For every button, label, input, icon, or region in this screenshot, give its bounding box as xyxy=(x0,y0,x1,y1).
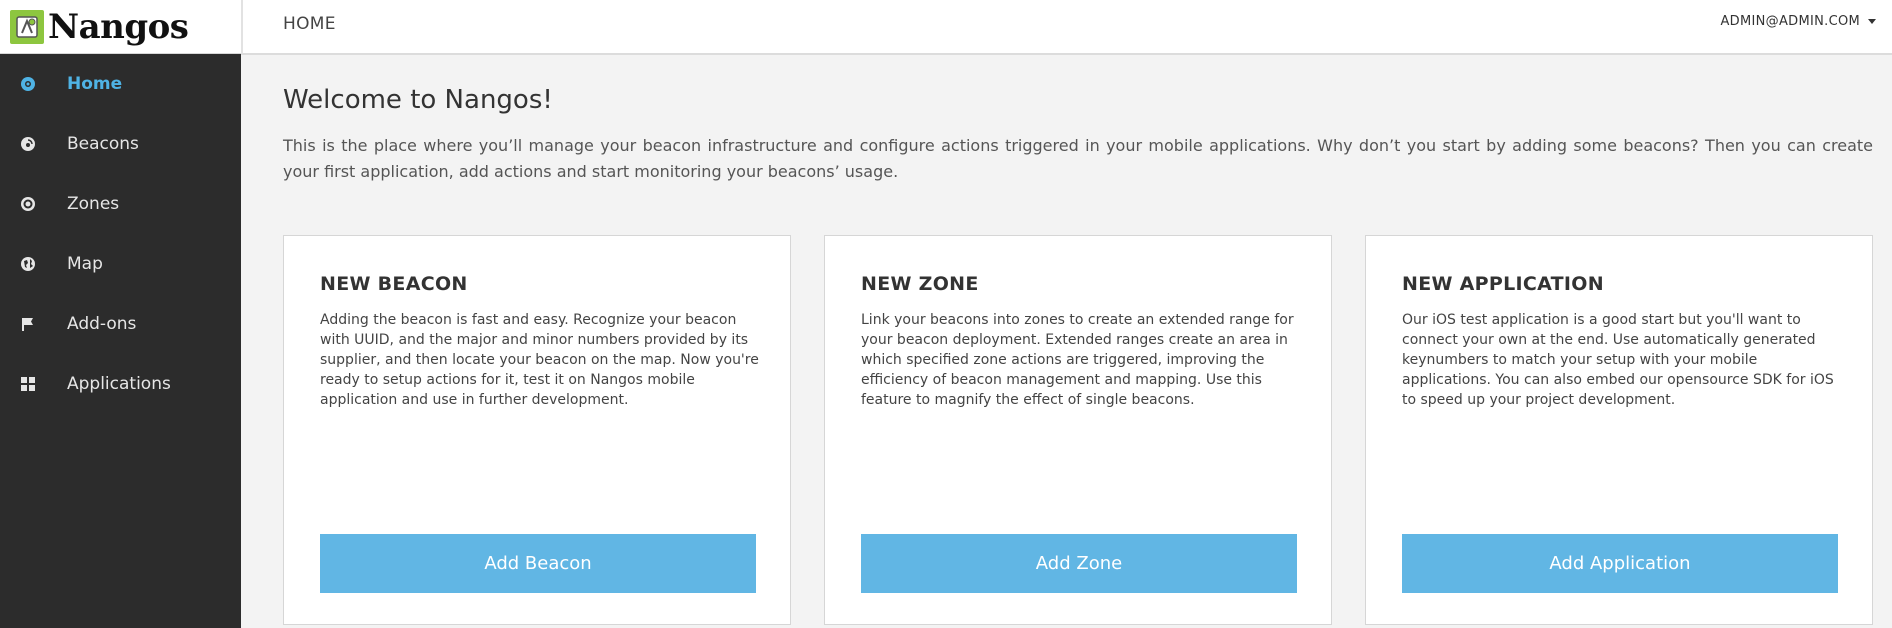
add-beacon-button[interactable]: Add Beacon xyxy=(320,534,756,593)
brand-logo[interactable]: Nangos xyxy=(0,0,241,54)
card-list: NEW BEACON Adding the beacon is fast and… xyxy=(283,235,1873,625)
card-title: NEW ZONE xyxy=(861,273,979,295)
sidebar-item-label: Add-ons xyxy=(67,314,137,334)
chevron-down-icon xyxy=(1868,19,1876,24)
sidebar-item-zones[interactable]: Zones xyxy=(0,174,241,234)
user-email: ADMIN@ADMIN.COM xyxy=(1720,14,1860,29)
sidebar-item-beacons[interactable]: Beacons xyxy=(0,114,241,174)
globe-icon xyxy=(20,256,36,272)
logo-mark-icon xyxy=(10,9,44,44)
card-description: Adding the beacon is fast and easy. Reco… xyxy=(320,312,759,408)
card-new-application: NEW APPLICATION Our iOS test application… xyxy=(1365,235,1873,625)
sidebar-item-map[interactable]: Map xyxy=(0,234,241,294)
add-application-button[interactable]: Add Application xyxy=(1402,534,1838,593)
target-icon xyxy=(20,196,36,212)
user-menu[interactable]: ADMIN@ADMIN.COM xyxy=(1720,14,1876,29)
sidebar-item-label: Map xyxy=(67,254,103,274)
flag-icon xyxy=(20,316,36,332)
breadcrumb: HOME xyxy=(283,14,336,34)
sidebar-item-add-ons[interactable]: Add-ons xyxy=(0,294,241,354)
add-zone-button[interactable]: Add Zone xyxy=(861,534,1297,593)
card-new-beacon: NEW BEACON Adding the beacon is fast and… xyxy=(283,235,791,625)
sidebar-item-applications[interactable]: Applications xyxy=(0,354,241,414)
sidebar-item-home[interactable]: Home xyxy=(0,54,241,114)
main-content: Welcome to Nangos! This is the place whe… xyxy=(283,55,1873,625)
sidebar-item-label: Zones xyxy=(67,194,120,214)
sidebar-item-label: Applications xyxy=(67,374,171,394)
intro-text: This is the place where you’ll manage yo… xyxy=(283,136,1873,181)
card-title: NEW APPLICATION xyxy=(1402,273,1604,295)
sidebar: Home Beacons Zones Map Add-ons Applicati… xyxy=(0,54,241,628)
sidebar-item-label: Home xyxy=(67,74,123,94)
sidebar-item-label: Beacons xyxy=(67,134,139,154)
card-title: NEW BEACON xyxy=(320,273,468,295)
card-new-zone: NEW ZONE Link your beacons into zones to… xyxy=(824,235,1332,625)
grid-icon xyxy=(20,376,36,392)
home-icon xyxy=(20,76,36,92)
top-bar: HOME ADMIN@ADMIN.COM xyxy=(241,0,1892,55)
page-title: Welcome to Nangos! xyxy=(283,85,553,115)
beacon-icon xyxy=(20,136,36,152)
brand-name: Nangos xyxy=(48,6,189,47)
card-description: Our iOS test application is a good start… xyxy=(1402,312,1834,408)
card-description: Link your beacons into zones to create a… xyxy=(861,312,1294,408)
